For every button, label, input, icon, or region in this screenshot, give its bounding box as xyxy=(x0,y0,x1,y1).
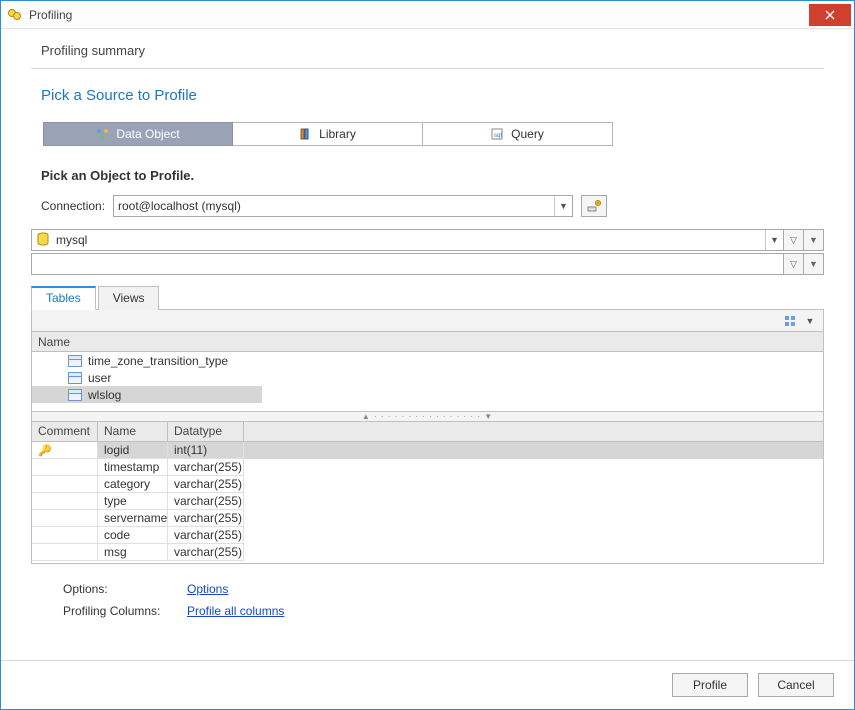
column-row[interactable]: timestampvarchar(255) xyxy=(32,459,823,476)
connection-config-button[interactable] xyxy=(581,195,607,217)
primary-key-icon: 🔑 xyxy=(38,444,52,457)
col-name-cell: category xyxy=(98,476,168,493)
pick-source-title: Pick a Source to Profile xyxy=(31,87,824,104)
object-list-header: Name xyxy=(31,332,824,352)
view-mode-button[interactable] xyxy=(781,313,799,329)
col-datatype-cell: varchar(255) xyxy=(168,544,244,561)
column-row[interactable]: msgvarchar(255) xyxy=(32,544,823,561)
column-row[interactable]: typevarchar(255) xyxy=(32,493,823,510)
profiling-window: Profiling Profiling summary Pick a Sourc… xyxy=(0,0,855,710)
col-datatype-cell: varchar(255) xyxy=(168,493,244,510)
view-mode-dropdown[interactable]: ▼ xyxy=(801,313,819,329)
options-link[interactable]: Options xyxy=(187,582,228,596)
svg-text:sql: sql xyxy=(494,133,502,139)
filter-dropdown-1[interactable]: ▼ xyxy=(804,229,824,251)
col-comment-cell xyxy=(32,493,98,510)
connection-select[interactable]: root@localhost (mysql) ▼ xyxy=(113,195,573,217)
filter-button-1[interactable]: ▽ xyxy=(784,229,804,251)
tab-tables[interactable]: Tables xyxy=(31,286,96,310)
close-button[interactable] xyxy=(809,4,851,26)
table-row[interactable]: time_zone_transition_type xyxy=(32,352,823,369)
titlebar: Profiling xyxy=(1,1,854,29)
col-comment-cell xyxy=(32,510,98,527)
table-row[interactable]: wlslog xyxy=(32,386,262,403)
list-toolbar: ▼ xyxy=(31,310,824,332)
connection-label: Connection: xyxy=(41,199,105,213)
object-type-tabs: Tables Views xyxy=(31,285,824,310)
divider xyxy=(31,68,824,69)
column-row[interactable]: codevarchar(255) xyxy=(32,527,823,544)
filter-dropdown-2[interactable]: ▼ xyxy=(804,253,824,275)
splitter-handle[interactable]: ▲ · · · · · · · · · · · · · · · · ▼ xyxy=(31,412,824,422)
table-row-label: user xyxy=(88,371,111,385)
table-icon xyxy=(68,355,82,367)
col-name-cell: msg xyxy=(98,544,168,561)
tab-tables-label: Tables xyxy=(46,291,81,305)
col-comment-header[interactable]: Comment xyxy=(32,422,98,441)
cancel-button-label: Cancel xyxy=(777,678,814,692)
data-object-icon xyxy=(96,127,110,141)
col-comment-cell xyxy=(32,476,98,493)
database-select[interactable]: mysql ▼ xyxy=(31,229,784,251)
database-value: mysql xyxy=(56,233,87,247)
col-datatype-cell: varchar(255) xyxy=(168,476,244,493)
tab-views[interactable]: Views xyxy=(98,286,160,310)
search-input[interactable] xyxy=(31,253,784,275)
col-name-cell: code xyxy=(98,527,168,544)
window-title: Profiling xyxy=(29,8,72,22)
library-icon xyxy=(299,127,313,141)
options-section: Options: Options Profiling Columns: Prof… xyxy=(31,564,824,626)
col-datatype-cell: varchar(255) xyxy=(168,510,244,527)
query-icon: sql xyxy=(491,127,505,141)
col-name-header[interactable]: Name xyxy=(98,422,168,441)
tab-data-object-label: Data Object xyxy=(116,127,179,141)
profiling-columns-link[interactable]: Profile all columns xyxy=(187,604,284,618)
tab-library[interactable]: Library xyxy=(233,122,423,146)
summary-title: Profiling summary xyxy=(31,37,824,68)
tab-library-label: Library xyxy=(319,127,356,141)
column-row[interactable]: categoryvarchar(255) xyxy=(32,476,823,493)
column-row[interactable]: servernamevarchar(255) xyxy=(32,510,823,527)
col-datatype-cell: varchar(255) xyxy=(168,459,244,476)
col-comment-cell xyxy=(32,459,98,476)
cancel-button[interactable]: Cancel xyxy=(758,673,834,697)
col-name-cell: timestamp xyxy=(98,459,168,476)
columns-table: Comment Name Datatype 🔑 logidint(11)times… xyxy=(31,422,824,564)
tab-data-object[interactable]: Data Object xyxy=(43,122,233,146)
tab-views-label: Views xyxy=(113,291,145,305)
col-comment-cell: 🔑 xyxy=(32,442,98,459)
table-row[interactable]: user xyxy=(32,369,823,386)
pick-object-title: Pick an Object to Profile. xyxy=(31,168,824,183)
app-icon xyxy=(7,7,23,23)
table-icon xyxy=(68,372,82,384)
col-datatype-cell: int(11) xyxy=(168,442,244,459)
connection-value: root@localhost (mysql) xyxy=(118,199,241,213)
tab-query-label: Query xyxy=(511,127,544,141)
col-datatype-header[interactable]: Datatype xyxy=(168,422,244,441)
chevron-down-icon: ▼ xyxy=(765,230,783,250)
col-comment-cell xyxy=(32,544,98,561)
col-name-cell: servername xyxy=(98,510,168,527)
object-list[interactable]: time_zone_transition_type user wlslog xyxy=(31,352,824,412)
tab-query[interactable]: sql Query xyxy=(423,122,613,146)
columns-header-row: Comment Name Datatype xyxy=(32,422,823,442)
table-row-label: time_zone_transition_type xyxy=(88,354,228,368)
table-row-label: wlslog xyxy=(88,388,121,402)
col-name-cell: type xyxy=(98,493,168,510)
col-comment-cell xyxy=(32,527,98,544)
table-icon xyxy=(68,389,82,401)
col-datatype-cell: varchar(255) xyxy=(168,527,244,544)
profile-button-label: Profile xyxy=(693,678,727,692)
filter-button-2[interactable]: ▽ xyxy=(784,253,804,275)
chevron-down-icon: ▼ xyxy=(554,196,572,216)
database-icon xyxy=(36,232,50,249)
footer: Profile Cancel xyxy=(1,660,854,709)
options-label: Options: xyxy=(63,582,167,596)
col-name-cell: logid xyxy=(98,442,168,459)
column-name-header: Name xyxy=(38,335,70,349)
profile-button[interactable]: Profile xyxy=(672,673,748,697)
profiling-columns-label: Profiling Columns: xyxy=(63,604,167,618)
source-tabs: Data Object Library sql Q xyxy=(43,122,824,146)
column-row[interactable]: 🔑 logidint(11) xyxy=(32,442,823,459)
